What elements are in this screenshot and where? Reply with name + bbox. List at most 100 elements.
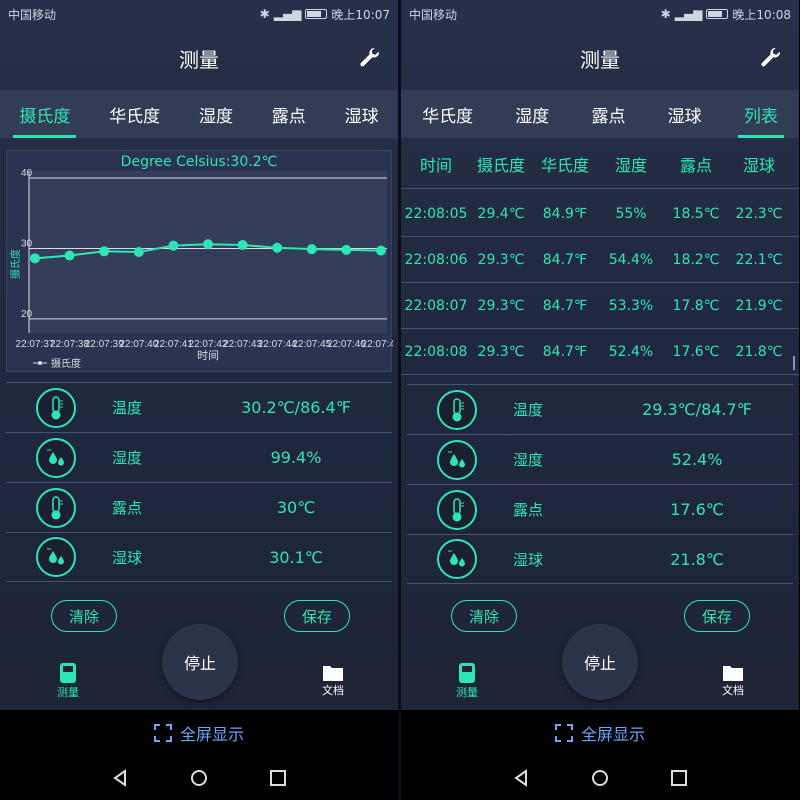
measurement-row-dewpoint: 露点 30℃ [6, 482, 392, 532]
table-row: 22:08:08 29.3℃ 84.7℉ 52.4% 17.6℃ 21.8℃ [401, 329, 799, 375]
tab-dewpoint[interactable]: 露点 [585, 90, 631, 138]
page-title: 测量 [580, 47, 620, 72]
celsius-chart-panel: Degree Celsius:30.2℃ 20 30 40 摄氏度 22:07:37 22… [6, 150, 393, 372]
x-tick-label: 22:07:43 [223, 339, 262, 350]
system-nav [0, 756, 398, 800]
droplets-icon [36, 537, 76, 577]
tab-fahrenheit[interactable]: 华氏度 [416, 90, 479, 138]
recents-icon[interactable] [670, 769, 688, 787]
data-point [341, 244, 352, 255]
carrier-label: 中国移动 [409, 7, 458, 22]
measurement-row-temperature: 温度 30.2℃/86.4℉ [6, 382, 392, 432]
x-tick-label: 22:07:38 [50, 339, 89, 350]
data-point [64, 250, 75, 261]
tab-dewpoint[interactable]: 露点 [266, 90, 312, 138]
measurement-label: 湿球 [513, 550, 544, 569]
signal-icon: ▂▄▆ [273, 7, 302, 21]
nav-measure[interactable]: 测量 [437, 662, 497, 700]
col-header-celsius: 摄氏度 [476, 156, 525, 175]
table-header: 时间 摄氏度 华氏度 湿度 露点 湿球 [401, 140, 799, 188]
stop-button[interactable]: 停止 [162, 624, 238, 700]
droplets-icon [437, 439, 477, 480]
battery-icon [706, 9, 729, 19]
save-button[interactable]: 保存 [284, 600, 350, 632]
legend-label: 摄氏度 [51, 357, 81, 370]
status-bar: 中国移动 ✱ ▂▄▆ 晚上10:08 [401, 0, 799, 28]
meter-icon [459, 663, 475, 683]
recents-icon[interactable] [269, 769, 287, 787]
tab-celsius[interactable]: 摄氏度 [13, 90, 77, 138]
home-icon[interactable] [591, 769, 609, 787]
battery-icon [305, 9, 328, 19]
fullscreen-bar[interactable]: 全屏显示 [401, 710, 799, 756]
measurement-row-dewpoint: 露点 17.6℃ [407, 484, 793, 534]
thermometer-icon [437, 489, 477, 530]
thermometer-icon [36, 387, 76, 428]
thermometer-icon [36, 487, 76, 528]
carrier-label: 中国移动 [8, 7, 57, 22]
nav-docs[interactable]: 文档 [703, 662, 763, 698]
measurement-value: 29.3℃/84.7℉ [642, 400, 752, 419]
unit-tabs: 华氏度 湿度 露点 湿球 列表 [401, 90, 799, 138]
data-point [272, 242, 283, 253]
measurement-value: 21.8℃ [670, 549, 724, 569]
cell-celsius: 29.4℃ [477, 205, 525, 222]
back-icon[interactable] [111, 769, 129, 787]
y-tick-label: 40 [21, 168, 33, 179]
expand-icon [554, 724, 573, 742]
legend-marker [38, 361, 42, 365]
clock-label: 晚上10:07 [331, 7, 390, 22]
tab-list[interactable]: 列表 [737, 90, 784, 138]
tab-wetbulb[interactable]: 湿球 [662, 90, 708, 138]
fullscreen-bar[interactable]: 全屏显示 [0, 710, 398, 756]
x-axis-label: 时间 [197, 349, 219, 362]
x-tick-label: 22:07:39 [85, 339, 124, 350]
save-button[interactable]: 保存 [684, 600, 750, 632]
data-point [99, 246, 110, 257]
table-scrollbar[interactable] [793, 356, 795, 370]
signal-icon: ▂▄▆ [674, 7, 703, 21]
tab-humidity[interactable]: 湿度 [193, 90, 239, 138]
nav-measure-label: 测量 [456, 686, 478, 699]
wrench-settings-icon[interactable] [759, 46, 783, 70]
nav-measure-label: 测量 [57, 686, 79, 699]
left-screen: 中国移动 ✱ ▂▄▆ 晚上10:07 测量 摄氏度 华氏度 湿度 露点 湿球 D… [0, 0, 398, 800]
table-row: 22:08:07 29.3℃ 84.7℉ 53.3% 17.8℃ 21.9℃ [401, 283, 799, 329]
nav-docs[interactable]: 文档 [303, 662, 363, 698]
tab-wetbulb[interactable]: 湿球 [339, 90, 385, 138]
wrench-settings-icon[interactable] [358, 46, 382, 70]
x-tick-label: 22:07:45 [292, 339, 331, 350]
measurement-value: 30℃ [276, 498, 316, 517]
tab-humidity[interactable]: 湿度 [509, 90, 555, 138]
nav-measure[interactable]: 测量 [38, 662, 98, 700]
clock-label: 晚上10:08 [732, 7, 791, 22]
cell-humidity: 55% [615, 205, 647, 222]
droplets-icon [36, 437, 76, 478]
fullscreen-label: 全屏显示 [179, 725, 244, 744]
cell-time: 22:08:06 [404, 251, 468, 268]
stop-button[interactable]: 停止 [562, 624, 638, 700]
folder-icon [323, 666, 343, 681]
measurement-row-humidity: 湿度 52.4% [407, 434, 793, 484]
x-tick-label: 22:07:44 [258, 339, 297, 350]
cell-time: 22:08:05 [404, 205, 468, 222]
home-icon[interactable] [190, 769, 208, 787]
measurement-row-humidity: 湿度 99.4% [6, 432, 392, 482]
col-header-fahrenheit: 华氏度 [540, 156, 589, 175]
measurement-value: 52.4% [671, 450, 723, 469]
tab-fahrenheit[interactable]: 华氏度 [103, 90, 166, 138]
clear-button[interactable]: 清除 [451, 600, 517, 632]
measurement-label: 温度 [513, 401, 544, 419]
back-icon[interactable] [512, 769, 530, 787]
y-tick-label: 30 [21, 238, 33, 249]
folder-icon [723, 666, 743, 681]
app-header: 测量 [0, 28, 398, 88]
clear-button[interactable]: 清除 [51, 600, 117, 632]
x-tick-label: 22:07:40 [119, 339, 158, 350]
measurement-label: 露点 [112, 499, 143, 517]
x-tick-label: 22:07:37 [16, 339, 55, 350]
measurement-row-wetbulb: 湿球 21.8℃ [407, 534, 793, 584]
cell-fahrenheit: 84.7℉ [542, 343, 588, 360]
cell-fahrenheit: 84.9℉ [542, 205, 588, 222]
measurement-row-wetbulb: 湿球 30.1℃ [6, 532, 392, 582]
